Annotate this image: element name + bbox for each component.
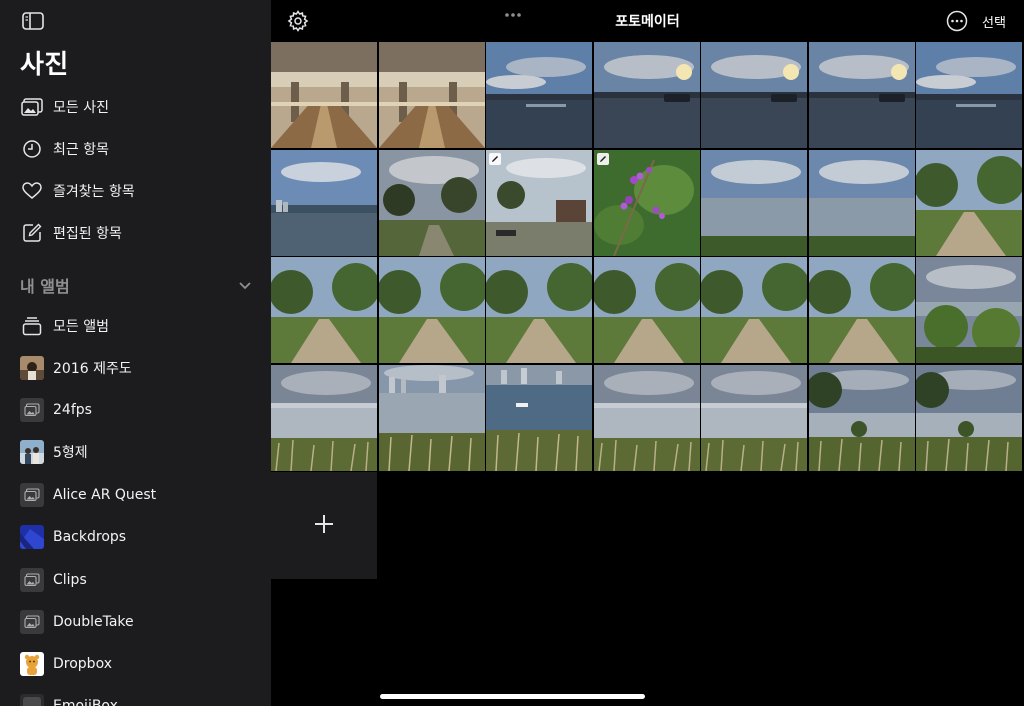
- photo-thumbnail[interactable]: [271, 257, 377, 363]
- album-item[interactable]: 24fps: [0, 391, 271, 429]
- sidebar-item-label: 모든 앨범: [53, 319, 109, 335]
- edit-square-icon: [21, 222, 43, 244]
- ellipsis-circle-icon[interactable]: [946, 10, 968, 32]
- album-item[interactable]: 5형제: [0, 433, 271, 471]
- photo-library-icon: [21, 96, 43, 118]
- photo-thumbnail[interactable]: [486, 150, 592, 256]
- photo-thumbnail[interactable]: [271, 365, 377, 471]
- photo-thumbnail[interactable]: [916, 257, 1022, 363]
- plus-icon: [313, 513, 335, 539]
- photo-thumbnail[interactable]: [594, 42, 700, 148]
- chevron-down-icon[interactable]: [238, 277, 252, 291]
- album-item[interactable]: Clips: [0, 561, 271, 599]
- album-item[interactable]: Backdrops: [0, 518, 271, 556]
- sidebar-item-label: Clips: [53, 572, 87, 588]
- sidebar-item-label: Dropbox: [53, 656, 112, 672]
- photo-thumbnail[interactable]: [701, 365, 807, 471]
- my-albums-header[interactable]: 내 앨범: [20, 273, 256, 297]
- photo-thumbnail[interactable]: [916, 365, 1022, 471]
- album-thumbnail: [20, 356, 44, 380]
- photo-thumbnail[interactable]: [809, 257, 915, 363]
- photo-thumbnail[interactable]: [916, 150, 1022, 256]
- top-bar: 포토메이터 선택: [271, 0, 1024, 42]
- sidebar: 사진 모든 사진 최근 항목 즐겨찾는 항목 편집된 항목 내 앨범 모든 앨범…: [0, 0, 271, 706]
- photo-thumbnail[interactable]: [379, 150, 485, 256]
- sidebar-item-all-albums[interactable]: 모든 앨범: [0, 307, 271, 345]
- photo-thumbnail[interactable]: [594, 150, 700, 256]
- sidebar-item-label: 편집된 항목: [53, 226, 122, 242]
- album-placeholder-icon: [20, 483, 44, 507]
- sidebar-item-label: 2016 제주도: [53, 361, 132, 377]
- sidebar-item-label: 최근 항목: [53, 142, 109, 158]
- photo-thumbnail[interactable]: [594, 365, 700, 471]
- sidebar-toggle-icon[interactable]: [22, 12, 44, 30]
- album-item[interactable]: EmojiBox: [0, 687, 271, 706]
- photo-thumbnail[interactable]: [271, 42, 377, 148]
- sidebar-item-label: 5형제: [53, 445, 88, 461]
- sidebar-item-label: Backdrops: [53, 529, 127, 545]
- sidebar-item-edited[interactable]: 편집된 항목: [0, 214, 271, 252]
- select-button[interactable]: 선택: [982, 12, 1006, 31]
- album-thumbnail: [20, 652, 44, 676]
- edit-pencil-icon: [597, 153, 609, 165]
- photo-thumbnail[interactable]: [701, 42, 807, 148]
- sidebar-item-favorites[interactable]: 즐겨찾는 항목: [0, 172, 271, 210]
- sidebar-title: 사진: [20, 50, 69, 80]
- photo-thumbnail[interactable]: [486, 257, 592, 363]
- sidebar-item-all-photos[interactable]: 모든 사진: [0, 88, 271, 126]
- photo-thumbnail[interactable]: [486, 42, 592, 148]
- photo-thumbnail[interactable]: [379, 42, 485, 148]
- sidebar-item-label: 24fps: [53, 402, 92, 418]
- section-title: 내 앨범: [20, 277, 70, 296]
- photo-thumbnail[interactable]: [594, 257, 700, 363]
- photo-thumbnail[interactable]: [809, 150, 915, 256]
- heart-icon: [21, 180, 43, 202]
- sidebar-item-label: 즐겨찾는 항목: [53, 184, 135, 200]
- album-item[interactable]: Alice AR Quest: [0, 476, 271, 514]
- photo-thumbnail[interactable]: [379, 257, 485, 363]
- add-photo-button[interactable]: [271, 472, 377, 579]
- album-thumbnail: [20, 440, 44, 464]
- photo-thumbnail[interactable]: [701, 150, 807, 256]
- main-content: 포토메이터 선택: [271, 0, 1024, 706]
- sidebar-item-label: Alice AR Quest: [53, 487, 157, 503]
- photo-thumbnail[interactable]: [809, 42, 915, 148]
- album-placeholder-icon: [20, 398, 44, 422]
- photo-thumbnail[interactable]: [271, 150, 377, 256]
- clock-icon: [21, 138, 43, 160]
- album-thumbnail: [20, 525, 44, 549]
- album-thumbnail: [20, 694, 44, 706]
- sidebar-item-label: EmojiBox: [53, 698, 118, 706]
- edit-pencil-icon: [489, 153, 501, 165]
- photo-thumbnail[interactable]: [379, 365, 485, 471]
- album-item[interactable]: DoubleTake: [0, 603, 271, 641]
- photo-thumbnail[interactable]: [701, 257, 807, 363]
- album-title: 포토메이터: [615, 14, 680, 30]
- home-indicator[interactable]: [380, 694, 645, 699]
- sidebar-item-label: DoubleTake: [53, 614, 134, 630]
- album-placeholder-icon: [20, 568, 44, 592]
- photo-thumbnail[interactable]: [486, 365, 592, 471]
- sidebar-item-recents[interactable]: 최근 항목: [0, 130, 271, 168]
- photo-thumbnail[interactable]: [916, 42, 1022, 148]
- photo-thumbnail[interactable]: [809, 365, 915, 471]
- album-item[interactable]: Dropbox: [0, 645, 271, 683]
- album-placeholder-icon: [20, 610, 44, 634]
- stacked-albums-icon: [21, 315, 43, 337]
- sidebar-item-label: 모든 사진: [53, 100, 109, 116]
- album-item[interactable]: 2016 제주도: [0, 349, 271, 387]
